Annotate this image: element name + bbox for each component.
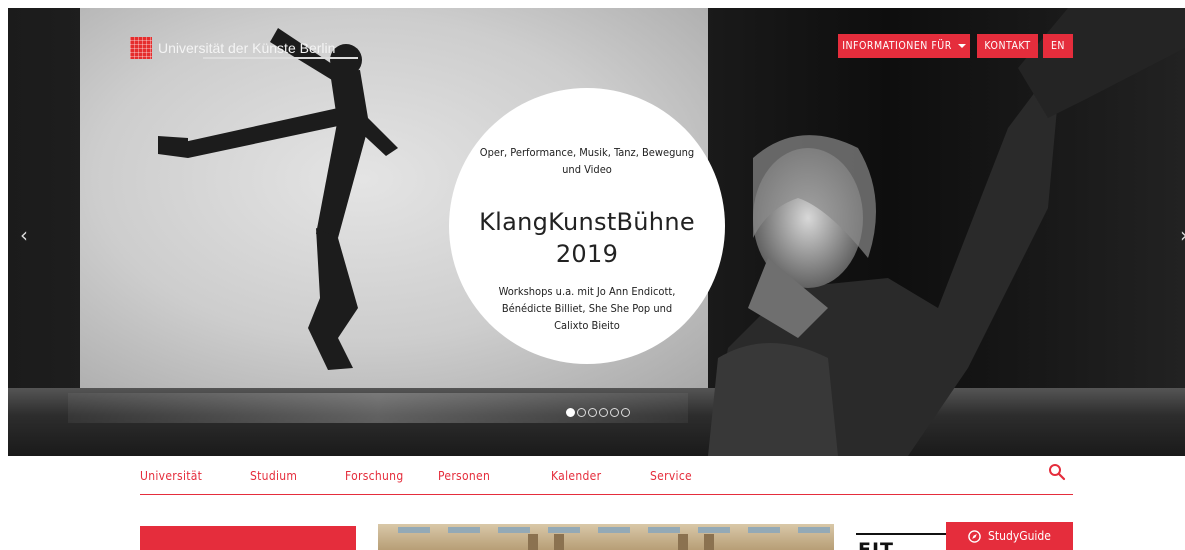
teaser-fit-rule <box>856 533 948 535</box>
udk-logo-icon <box>130 37 152 59</box>
teaser-fit-text: FIT <box>858 539 895 550</box>
caret-down-icon <box>957 44 966 48</box>
slide-title: KlangKunstBühne 2019 <box>479 208 695 268</box>
nav-item-studium[interactable]: Studium <box>250 469 297 483</box>
kontakt-button[interactable]: KONTAKT <box>977 34 1038 58</box>
informationen-fuer-button[interactable]: INFORMATIONEN FÜR <box>838 34 970 58</box>
slide-caption-circle[interactable]: Oper, Performance, Musik, Tanz, Bewegung… <box>449 88 725 364</box>
informationen-label: INFORMATIONEN FÜR <box>842 40 952 52</box>
nav-item-forschung[interactable]: Forschung <box>345 469 403 483</box>
slide-dot[interactable] <box>610 408 619 417</box>
slide-dot[interactable] <box>599 408 608 417</box>
search-button[interactable] <box>1048 463 1066 485</box>
slide-dot[interactable] <box>621 408 630 417</box>
kontakt-label: KONTAKT <box>984 40 1031 52</box>
slide-indicators <box>566 408 630 417</box>
prev-slide-button[interactable]: ‹ <box>20 223 28 247</box>
slide-subtitle: Oper, Performance, Musik, Tanz, Bewegung… <box>479 146 695 176</box>
nav-item-personen[interactable]: Personen <box>438 469 490 483</box>
slide-dot[interactable] <box>577 408 586 417</box>
nav-item-kalender[interactable]: Kalender <box>551 469 601 483</box>
slide-dot[interactable] <box>566 408 575 417</box>
next-slide-button[interactable]: › <box>1180 223 1185 247</box>
nav-divider <box>140 494 1073 495</box>
studyguide-button[interactable]: StudyGuide <box>946 522 1073 550</box>
compass-icon <box>968 529 981 543</box>
chevron-right-icon: › <box>1180 223 1185 247</box>
logo-underline <box>203 57 358 59</box>
studyguide-label: StudyGuide <box>988 529 1051 543</box>
site-logo[interactable]: Universität der Künste Berlin <box>130 37 335 59</box>
chevron-left-icon: ‹ <box>20 223 28 247</box>
nav-item-universität[interactable]: Universität <box>140 469 202 483</box>
language-en-button[interactable]: EN <box>1043 34 1073 58</box>
slide-description: Workshops u.a. mit Jo Ann Endicott, Béné… <box>498 285 676 332</box>
logo-text: Universität der Künste Berlin <box>158 40 336 56</box>
main-navigation: Universität Studium Forschung Personen Kalen… <box>140 467 1073 495</box>
nav-item-service[interactable]: Service <box>650 469 692 483</box>
language-label: EN <box>1050 40 1066 52</box>
search-icon <box>1049 464 1066 481</box>
teaser-red-block[interactable] <box>140 526 356 550</box>
slide-dot[interactable] <box>588 408 597 417</box>
teaser-building-photo[interactable] <box>378 524 834 550</box>
